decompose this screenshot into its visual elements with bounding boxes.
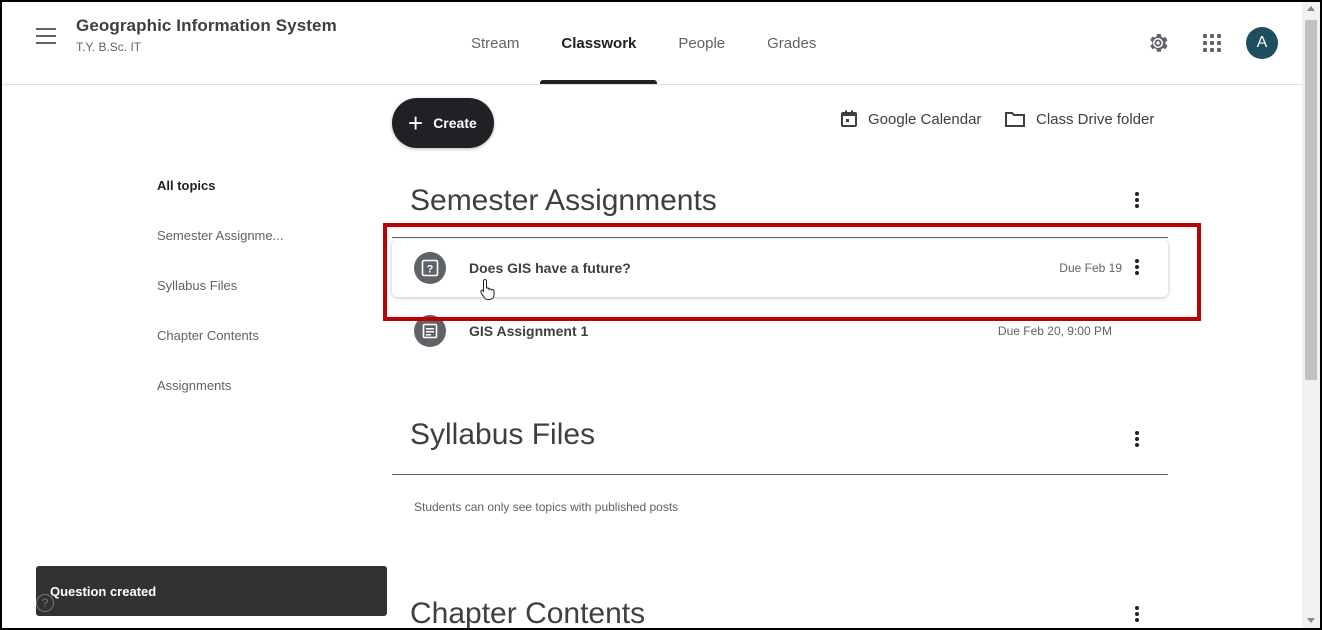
account-avatar[interactable]: A <box>1246 27 1278 59</box>
class-section: T.Y. B.Sc. IT <box>76 40 142 54</box>
tab-people[interactable]: People <box>657 2 746 84</box>
sidebar-item-semester-assignments[interactable]: Semester Assignme... <box>157 228 283 278</box>
topic-title-chapter-contents[interactable]: Chapter Contents <box>410 597 645 628</box>
sidebar-item-all-topics[interactable]: All topics <box>157 178 283 228</box>
sidebar-item-syllabus-files[interactable]: Syllabus Files <box>157 278 283 328</box>
snackbar-message: Question created <box>50 584 157 599</box>
google-apps-grid-icon[interactable] <box>1203 34 1221 52</box>
create-button-label: Create <box>433 115 477 131</box>
folder-icon <box>1005 112 1025 127</box>
settings-gear-icon[interactable] <box>1146 31 1170 60</box>
topic-more-options-icon[interactable] <box>1135 192 1139 210</box>
topic-title-semester-assignments[interactable]: Semester Assignments <box>410 184 717 218</box>
item-title[interactable]: GIS Assignment 1 <box>469 323 588 339</box>
item-due-date: Due Feb 20, 9:00 PM <box>997 324 1112 338</box>
sidebar-item-assignments[interactable]: Assignments <box>157 378 283 428</box>
create-button[interactable]: + Create <box>392 98 494 148</box>
plus-icon: + <box>408 108 424 138</box>
item-title: Does GIS have a future? <box>469 260 631 276</box>
scrollbar-thumb[interactable] <box>1305 20 1317 380</box>
google-calendar-label: Google Calendar <box>868 110 982 128</box>
topic-divider <box>392 237 1168 238</box>
tab-classwork[interactable]: Classwork <box>540 2 658 84</box>
item-due-date: Due Feb 19 <box>1059 261 1122 275</box>
class-title[interactable]: Geographic Information System <box>76 16 337 36</box>
svg-text:?: ? <box>427 264 434 276</box>
hamburger-menu-icon[interactable] <box>36 28 56 44</box>
class-tabs: Stream Classwork People Grades <box>450 2 837 84</box>
topic-divider <box>392 474 1168 475</box>
class-drive-folder-label: Class Drive folder <box>1036 110 1155 128</box>
snackbar: Question created <box>36 566 387 616</box>
scroll-down-arrow-icon[interactable] <box>1307 618 1315 623</box>
google-calendar-link[interactable]: Google Calendar <box>840 110 981 128</box>
tab-grades[interactable]: Grades <box>746 2 837 84</box>
item-more-options-icon[interactable] <box>1135 259 1139 277</box>
class-drive-folder-link[interactable]: Class Drive folder <box>1004 110 1154 128</box>
sidebar-item-chapter-contents[interactable]: Chapter Contents <box>157 328 283 378</box>
hand-pointer-cursor-icon <box>480 278 495 300</box>
classwork-item-question[interactable]: ? Does GIS have a future? Due Feb 19 <box>392 239 1168 297</box>
empty-topic-note: Students can only see topics with publis… <box>414 500 679 514</box>
topic-more-options-icon[interactable] <box>1135 431 1139 449</box>
scroll-up-arrow-icon[interactable] <box>1307 6 1315 11</box>
calendar-icon <box>841 110 857 127</box>
page-frame: Geographic Information System T.Y. B.Sc.… <box>0 0 1322 630</box>
vertical-scrollbar[interactable] <box>1302 2 1320 628</box>
help-question-icon[interactable]: ? <box>36 594 54 612</box>
topic-title-syllabus-files[interactable]: Syllabus Files <box>410 418 595 452</box>
top-app-bar: Geographic Information System T.Y. B.Sc.… <box>2 2 1302 85</box>
topic-more-options-icon[interactable] <box>1135 606 1139 624</box>
question-icon: ? <box>414 252 446 284</box>
topic-sidebar: All topics Semester Assignme... Syllabus… <box>157 178 283 428</box>
assignment-icon <box>414 315 446 347</box>
tab-stream[interactable]: Stream <box>450 2 540 84</box>
